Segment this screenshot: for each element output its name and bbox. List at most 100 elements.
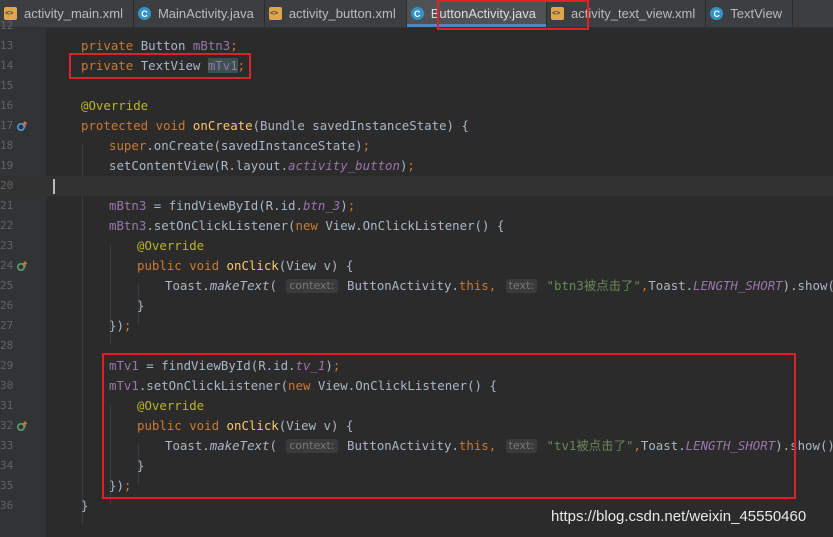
field-declaration-highlight-box [69,53,251,79]
watermark-url: https://blog.csdn.net/weixin_45550460 [551,508,807,525]
punctuation: ; [362,138,371,153]
line-number: 30 [0,379,14,392]
keyword: this [458,278,489,293]
code-line: 12 [0,16,833,36]
line-number: 13 [0,39,14,52]
code-fragment: }) [109,318,124,333]
code-text: super.onCreate(savedInstanceState); [109,136,370,156]
override-gutter-icon[interactable] [17,121,28,132]
code-fragment: ( [269,278,285,293]
code-text: protected void onCreate(Bundle savedInst… [81,116,469,136]
line-number: 32 [0,419,14,432]
line-number: 26 [0,299,14,312]
code-fragment: Toast. [648,278,694,293]
code-line: 22 mBtn3.setOnClickListener(new View.OnC… [0,216,833,236]
code-fragment: = findViewById(R.id. [146,198,303,213]
code-text: @Override [81,96,148,116]
line-number: 23 [0,239,14,252]
code-text: setContentView(R.layout.activity_button)… [109,156,415,176]
code-text: Toast.makeText( context: ButtonActivity.… [165,276,833,296]
line-number: 35 [0,479,14,492]
field-name: activity_button [288,158,400,173]
code-line: 24 public void onClick(View v) { [0,256,833,276]
code-fragment: ).show() [782,278,833,293]
code-fragment: } [81,498,89,513]
implements-gutter-icon[interactable] [17,261,28,272]
line-number: 25 [0,279,14,292]
code-line: 25 Toast.makeText( context: ButtonActivi… [0,276,833,296]
code-fragment: View.OnClickListener() { [325,218,505,233]
text-caret [53,179,55,194]
current-code-line: 20 [0,176,833,196]
line-number: 19 [0,159,14,172]
punctuation: ; [123,318,132,333]
type-name: Button [140,38,193,53]
line-number: 12 [0,19,14,32]
line-number: 36 [0,499,14,512]
line-number: 24 [0,259,14,272]
code-fragment: } [137,298,145,313]
code-fragment: ButtonActivity. [339,278,459,293]
code-text: @Override [137,236,204,256]
code-line: 23 @Override [0,236,833,256]
line-number: 22 [0,219,14,232]
code-text: }); [109,316,131,336]
code-text: } [137,296,144,316]
punctuation: , [488,278,504,293]
code-line: 19 setContentView(R.layout.activity_butt… [0,156,833,176]
annotation: @Override [137,238,205,253]
line-number: 14 [0,59,14,72]
code-text: mBtn3 = findViewById(R.id.btn_3); [109,196,355,216]
method-name: onClick [226,258,279,273]
line-number: 20 [0,179,14,192]
code-line: 17 protected void onCreate(Bundle savedI… [0,116,833,136]
line-number: 27 [0,319,14,332]
line-number: 21 [0,199,14,212]
keyword: public void [137,258,227,273]
punctuation: ; [230,38,238,53]
punctuation: ; [407,158,415,173]
code-fragment: ) [340,198,348,213]
keyword: protected void [81,118,193,133]
code-text: public void onClick(View v) { [137,256,353,276]
click-listener-highlight-box [102,353,796,499]
code-line: 26 } [0,296,833,316]
string-literal: "btn3被点击了" [539,278,641,293]
implements-gutter-icon[interactable] [17,421,28,432]
field-name: mBtn3 [192,38,231,53]
code-text: } [81,496,88,516]
parameter-hint: text: [505,279,538,293]
line-number: 34 [0,459,14,472]
keyword: new [295,218,326,233]
code-fragment: setContentView(R.layout. [109,158,289,173]
code-editor[interactable]: 12 13 private Button mBtn3; 14 private T… [0,19,833,537]
field-name: mBtn3 [109,218,147,233]
code-fragment: (View v) { [278,258,354,273]
line-number: 15 [0,79,14,92]
line-number: 18 [0,139,14,152]
code-line: 21 mBtn3 = findViewById(R.id.btn_3); [0,196,833,216]
line-number: 29 [0,359,14,372]
code-fragment: (Bundle savedInstanceState) { [252,118,469,133]
punctuation: ; [347,198,356,213]
keyword: super [109,138,147,153]
code-line: 15 [0,76,833,96]
code-fragment: .setOnClickListener( [146,218,296,233]
keyword: private [81,38,141,53]
parameter-hint: context: [286,279,338,293]
line-number: 33 [0,439,14,452]
code-fragment: .onCreate(savedInstanceState) [146,138,363,153]
annotation: @Override [81,98,149,113]
code-line: 18 super.onCreate(savedInstanceState); [0,136,833,156]
code-fragment: Toast. [165,278,210,293]
line-number: 31 [0,399,14,412]
static-method: makeText [209,278,270,293]
line-number: 16 [0,99,14,112]
static-field: LENGTH_SHORT [693,278,783,293]
line-number: 17 [0,119,14,132]
method-name: onCreate [192,118,253,133]
code-line: 27 }); [0,316,833,336]
line-number: 28 [0,339,14,352]
code-line: 16 @Override [0,96,833,116]
code-text: mBtn3.setOnClickListener(new View.OnClic… [109,216,504,236]
